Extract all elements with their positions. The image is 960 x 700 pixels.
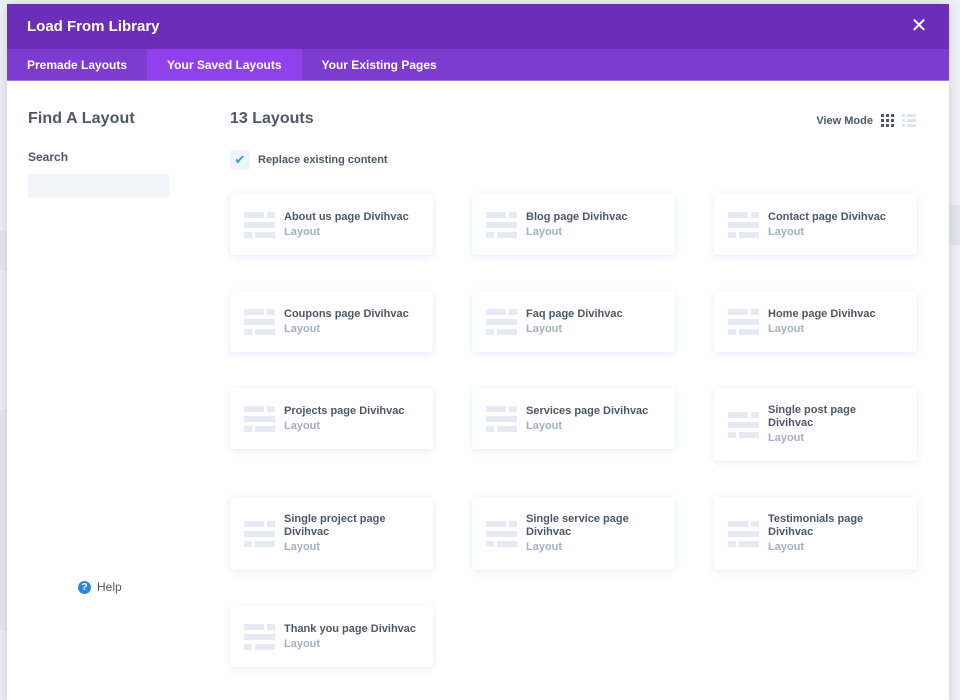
main-content: 13 Layouts View Mode ✔ Replace existing …: [230, 110, 920, 667]
layout-icon: [728, 211, 759, 238]
layout-card-text: Home page Divihvac Layout: [768, 308, 876, 336]
search-label: Search: [28, 150, 69, 164]
layout-card[interactable]: Thank you page Divihvac Layout: [230, 606, 433, 667]
layout-icon: [486, 308, 517, 335]
layout-card-type: Layout: [284, 541, 321, 553]
layout-card-text: Single service page Divihvac Layout: [526, 513, 661, 554]
layout-card-type: Layout: [526, 541, 563, 553]
layout-card-text: Blog page Divihvac Layout: [526, 211, 627, 239]
layout-card-text: Testimonials page Divihvac Layout: [768, 513, 903, 554]
help-icon: ?: [78, 580, 91, 594]
layout-card-title: Blog page Divihvac: [526, 210, 628, 223]
layout-card-type: Layout: [526, 322, 563, 335]
help-label: Help: [97, 580, 122, 594]
layout-grid: About us page Divihvac Layout Blog page …: [230, 194, 920, 667]
layout-card-text: Thank you page Divihvac Layout: [284, 623, 416, 651]
modal-header: Load From Library ✕: [7, 4, 949, 49]
layout-card-title: Single project page Divihvac: [284, 513, 386, 538]
view-mode-label: View Mode: [816, 114, 873, 127]
layout-card-type: Layout: [284, 225, 321, 238]
layout-icon: [244, 520, 275, 547]
layout-card-text: Projects page Divihvac Layout: [284, 405, 404, 433]
grid-view-icon[interactable]: [881, 114, 894, 127]
tab-your-existing-pages[interactable]: Your Existing Pages: [302, 49, 457, 80]
layout-card[interactable]: Coupons page Divihvac Layout: [230, 291, 433, 352]
layout-icon: [486, 520, 517, 547]
layout-card-title: Single post page Divihvac: [768, 404, 857, 429]
close-button[interactable]: ✕: [909, 16, 929, 36]
layout-card-title: Services page Divihvac: [526, 404, 649, 417]
background-page: [949, 205, 960, 245]
close-icon: ✕: [910, 15, 928, 37]
view-mode: View Mode: [816, 114, 916, 127]
layout-icon: [244, 623, 275, 650]
layout-card-type: Layout: [284, 419, 321, 432]
layout-card-title: Home page Divihvac: [768, 307, 876, 320]
layout-card-title: Testimonials page Divihvac: [768, 513, 864, 538]
layout-icon: [728, 520, 759, 547]
layout-card[interactable]: Contact page Divihvac Layout: [714, 194, 917, 255]
layout-icon: [244, 308, 275, 335]
layout-card-text: Single project page Divihvac Layout: [284, 513, 419, 554]
layout-icon: [486, 405, 517, 432]
layout-card-title: About us page Divihvac: [284, 210, 409, 223]
layout-card[interactable]: Projects page Divihvac Layout: [230, 388, 433, 449]
modal-title: Load From Library: [27, 18, 160, 35]
layout-card[interactable]: Home page Divihvac Layout: [714, 291, 917, 352]
search-input[interactable]: [28, 174, 169, 198]
layout-card-text: Faq page Divihvac Layout: [526, 308, 623, 336]
replace-content-checkbox[interactable]: ✔: [230, 150, 250, 170]
background-page: [0, 410, 7, 630]
layout-card-type: Layout: [768, 322, 805, 335]
layout-card-text: Single post page Divihvac Layout: [768, 404, 903, 445]
layout-icon: [486, 211, 517, 238]
tab-your-saved-layouts[interactable]: Your Saved Layouts: [147, 49, 302, 80]
tab-premade-layouts[interactable]: Premade Layouts: [7, 49, 147, 80]
layout-icon: [728, 411, 759, 438]
layout-card[interactable]: Blog page Divihvac Layout: [472, 194, 675, 255]
sidebar: Find A Layout Search: [28, 110, 178, 198]
layout-card-title: Coupons page Divihvac: [284, 307, 409, 320]
replace-content-row: ✔ Replace existing content: [230, 150, 920, 170]
layout-card[interactable]: Faq page Divihvac Layout: [472, 291, 675, 352]
layout-card-title: Contact page Divihvac: [768, 210, 886, 223]
layout-card-type: Layout: [768, 541, 805, 553]
layout-card-title: Thank you page Divihvac: [284, 622, 417, 635]
layout-icon: [244, 405, 275, 432]
layout-card[interactable]: Single project page Divihvac Layout: [230, 497, 433, 570]
layout-icon: [244, 211, 275, 238]
help-link[interactable]: ? Help: [78, 580, 122, 594]
sidebar-title: Find A Layout: [28, 110, 135, 127]
tab-bar: Premade Layouts Your Saved Layouts Your …: [7, 49, 949, 81]
layout-card-type: Layout: [526, 419, 563, 432]
layout-card-text: About us page Divihvac Layout: [284, 211, 409, 239]
layout-card-title: Projects page Divihvac: [284, 404, 405, 417]
layout-card-type: Layout: [284, 322, 321, 335]
layout-icon: [728, 308, 759, 335]
layout-card[interactable]: Testimonials page Divihvac Layout: [714, 497, 917, 570]
layout-card[interactable]: Single service page Divihvac Layout: [472, 497, 675, 570]
layout-card[interactable]: Single post page Divihvac Layout: [714, 388, 917, 461]
layout-card-type: Layout: [768, 432, 805, 444]
layout-card-title: Single service page Divihvac: [526, 513, 629, 538]
layout-card-type: Layout: [526, 225, 563, 238]
layout-card[interactable]: About us page Divihvac Layout: [230, 194, 433, 255]
layout-card-text: Services page Divihvac Layout: [526, 405, 648, 433]
background-page: [0, 230, 7, 270]
layout-card-title: Faq page Divihvac: [526, 307, 623, 320]
checkmark-icon: ✔: [234, 152, 246, 167]
layout-card[interactable]: Services page Divihvac Layout: [472, 388, 675, 449]
layout-card-text: Contact page Divihvac Layout: [768, 211, 886, 239]
list-view-icon[interactable]: [902, 114, 916, 127]
layout-card-type: Layout: [284, 637, 321, 650]
replace-content-label: Replace existing content: [258, 154, 388, 166]
layout-card-type: Layout: [768, 225, 805, 238]
layout-card-text: Coupons page Divihvac Layout: [284, 308, 409, 336]
